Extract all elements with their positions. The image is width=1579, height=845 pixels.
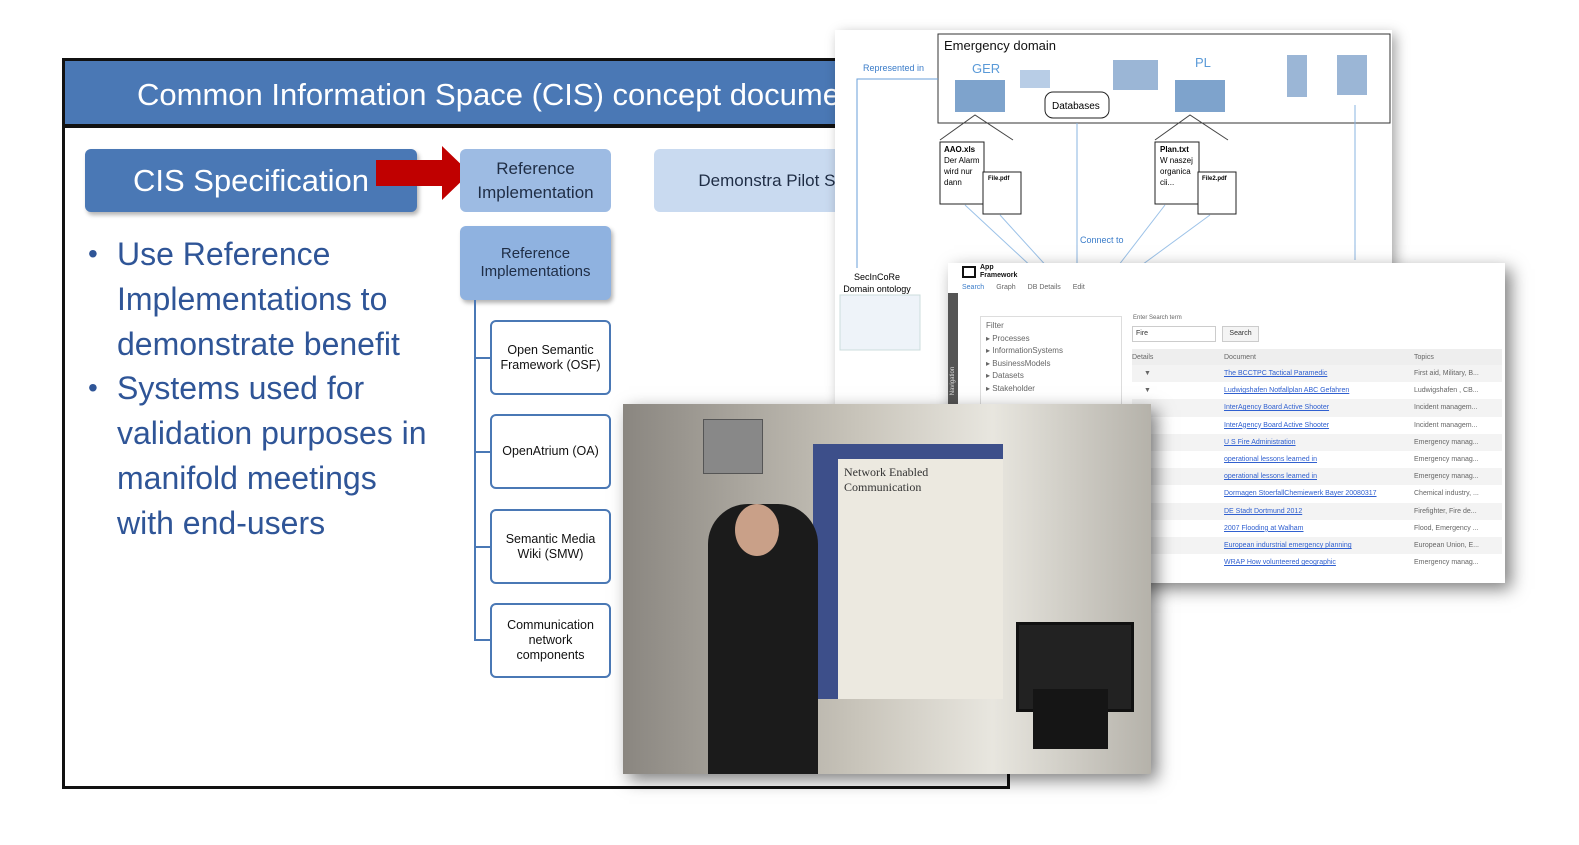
document-link[interactable]: InterAgency Board Active Shooter <box>1224 399 1414 416</box>
results-table: Details Document Topics ▼ The BCCTPC Tactic… <box>1132 349 1502 572</box>
file2-pdf: File2.pdf <box>1202 176 1227 182</box>
topics-cell: Emergency manag... <box>1414 438 1479 446</box>
tree-branch <box>474 451 490 453</box>
doc-plan: Plan.txt W naszej organica cii... <box>1160 144 1198 188</box>
red-arrow-icon <box>376 146 470 200</box>
table-row[interactable]: ▼operational lessons learned inEmergency… <box>1132 468 1502 486</box>
document-link[interactable]: WRAP How volunteered geographic <box>1224 554 1414 571</box>
reference-implementations-box: Reference Implementations <box>460 226 611 300</box>
device-case <box>1033 689 1108 749</box>
doc-text: W naszej organica cii... <box>1160 156 1193 187</box>
poster: Network Enabled Communication <box>838 459 1003 699</box>
component-smw: Semantic Media Wiki (SMW) <box>490 509 611 584</box>
tree-branch <box>474 357 490 359</box>
table-row[interactable]: ▼InterAgency Board Active ShooterInciden… <box>1132 399 1502 417</box>
table-row[interactable]: ▼DE Stadt Dortmund 2012Firefighter, Fire… <box>1132 502 1502 520</box>
table-row[interactable]: ▼2007 Flooding at WalhamFlood, Emergency… <box>1132 519 1502 537</box>
table-row[interactable]: ▼operational lessons learned inEmergency… <box>1132 450 1502 469</box>
document-link[interactable]: InterAgency Board Active Shooter <box>1224 417 1414 434</box>
table-row[interactable]: ▼European indurstrial emergency planning… <box>1132 536 1502 555</box>
doc-name: Plan.txt <box>1160 145 1189 154</box>
document-link[interactable]: Ludwigshafen Notfallplan ABC Gefahren <box>1224 382 1414 399</box>
table-row[interactable]: ▼WRAP How volunteered geographicEmergenc… <box>1132 554 1502 572</box>
document-link[interactable]: operational lessons learned in <box>1224 468 1414 485</box>
tab-db-details[interactable]: DB Details <box>1028 284 1061 291</box>
filter-title: Filter <box>986 321 1004 330</box>
document-link[interactable]: Dormagen StoerfallChemiewerk Bayer 20080… <box>1224 485 1414 502</box>
tree-branch <box>474 546 490 548</box>
document-link[interactable]: The BCCTPC Tactical Paramedic <box>1224 365 1414 382</box>
table-row[interactable]: ▼ Ludwigshafen Notfallplan ABC Gefahren Lu… <box>1132 382 1502 400</box>
pl-label: PL <box>1195 55 1211 70</box>
table-row[interactable]: ▼InterAgency Board Active ShooterInciden… <box>1132 416 1502 434</box>
doc-aao: AAO.xls Der Alarm wird nur dann <box>944 144 982 188</box>
reference-implementation-box: Reference Implementation <box>460 149 611 212</box>
table-row[interactable]: ▼U S Fire AdministrationEmergency manag.… <box>1132 433 1502 451</box>
document-link[interactable]: U S Fire Administration <box>1224 434 1414 451</box>
tab-search[interactable]: Search <box>962 284 984 291</box>
filter-item[interactable]: ▸ Datasets <box>986 370 1116 383</box>
column-header: Document <box>1224 353 1256 361</box>
topics-cell: Chemical industry, ... <box>1414 490 1479 498</box>
component-osf: Open Semantic Framework (OSF) <box>490 320 611 395</box>
expand-icon[interactable]: ▼ <box>1132 382 1224 399</box>
component-oa: OpenAtrium (OA) <box>490 414 611 489</box>
topics-cell: Ludwigshafen , CB... <box>1414 387 1479 395</box>
ger-label: GER <box>972 61 1001 76</box>
tree-line <box>474 300 476 640</box>
ontology-label: SecInCoRe Domain ontology <box>843 272 911 294</box>
search-button[interactable]: Search <box>1222 326 1259 342</box>
cis-specification-box: CIS Specification <box>85 149 417 212</box>
topics-cell: Emergency manag... <box>1414 473 1479 481</box>
app-name: App Framework <box>980 264 1018 279</box>
tree-branch <box>474 639 490 641</box>
file-pdf: File.pdf <box>988 176 1010 182</box>
filter-item[interactable]: ▸ Stakeholder <box>986 383 1116 396</box>
document-link[interactable]: DE Stadt Dortmund 2012 <box>1224 503 1414 520</box>
connect-to-label: Connect to <box>1080 235 1124 245</box>
exhibition-photo: Network Enabled Communication <box>623 404 1151 774</box>
table-row[interactable]: ▼Dormagen StoerfallChemiewerk Bayer 2008… <box>1132 485 1502 503</box>
document-link[interactable]: European indurstrial emergency planning <box>1224 537 1414 554</box>
presenter-face <box>735 504 779 556</box>
topics-cell: Firefighter, Fire de... <box>1414 507 1477 515</box>
bullet-item: Systems used for validation purposes in … <box>88 366 428 545</box>
doc-text: Der Alarm wird nur dann <box>944 156 980 187</box>
filter-item[interactable]: ▸ Processes <box>986 333 1116 346</box>
antenna-device <box>703 419 763 474</box>
table-row[interactable]: ▼ The BCCTPC Tactical Paramedic First aid,… <box>1132 365 1502 383</box>
filter-panel: Filter ▸ Processes ▸ InformationSystems … <box>980 316 1122 406</box>
filter-item[interactable]: ▸ BusinessModels <box>986 358 1116 371</box>
tab-bar: Search Graph DB Details Edit <box>962 284 1085 291</box>
navigation-label: Navigation <box>950 366 956 396</box>
demonstrator-box: Demonstra Pilot Stu <box>654 149 854 212</box>
app-logo-icon <box>962 266 976 278</box>
tab-graph[interactable]: Graph <box>996 284 1015 291</box>
tab-edit[interactable]: Edit <box>1073 284 1085 291</box>
topics-cell: Incident managem... <box>1414 404 1478 412</box>
column-header: Details <box>1132 353 1154 361</box>
component-network: Communication network components <box>490 603 611 678</box>
topics-cell: First aid, Military, B... <box>1414 370 1479 378</box>
topics-cell: Incident managem... <box>1414 421 1478 429</box>
poster-title: Network Enabled Communication <box>844 465 929 494</box>
document-link[interactable]: 2007 Flooding at Walham <box>1224 520 1414 537</box>
topics-cell: Flood, Emergency ... <box>1414 524 1479 532</box>
document-link[interactable]: operational lessons learned in <box>1224 451 1414 468</box>
doc-name: AAO.xls <box>944 145 976 154</box>
topics-cell: European Union, E... <box>1414 541 1479 549</box>
topics-cell: Emergency manag... <box>1414 456 1479 464</box>
expand-icon[interactable]: ▼ <box>1132 365 1224 382</box>
filter-item[interactable]: ▸ InformationSystems <box>986 345 1116 358</box>
databases-label: Databases <box>1052 101 1100 112</box>
search-label: Enter Search term <box>1133 315 1182 321</box>
topics-cell: Emergency manag... <box>1414 559 1479 567</box>
diagram-title: Emergency domain <box>944 38 1056 53</box>
bullet-list: Use Reference Implementations to demonst… <box>88 232 428 546</box>
column-header: Topics <box>1414 353 1434 361</box>
bullet-item: Use Reference Implementations to demonst… <box>88 232 428 366</box>
represented-in-label: Represented in <box>863 63 925 73</box>
search-input[interactable]: Fire <box>1132 326 1216 342</box>
